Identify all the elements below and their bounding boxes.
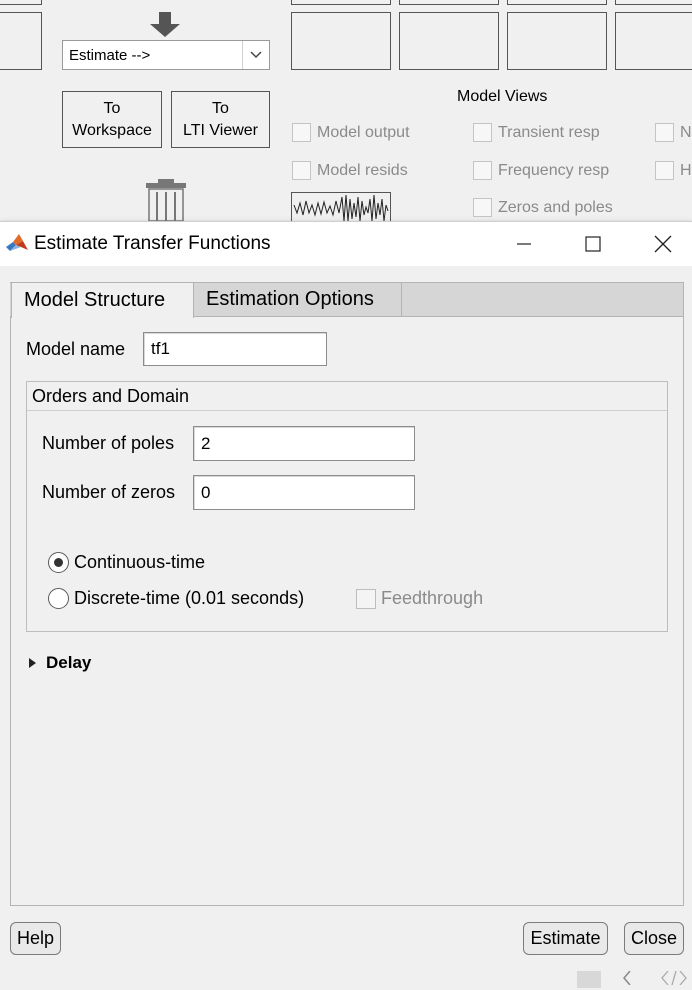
frequency-resp-checkbox[interactable]: Frequency resp bbox=[473, 161, 609, 180]
delay-expander[interactable]: Delay bbox=[28, 653, 91, 673]
zeros-poles-checkbox[interactable]: Zeros and poles bbox=[473, 198, 613, 217]
model-name-label: Model name bbox=[26, 339, 126, 359]
radio-circle-selected bbox=[48, 552, 69, 573]
feedthrough-label: Feedthrough bbox=[381, 588, 484, 608]
model-slot[interactable] bbox=[507, 0, 607, 5]
tab-model-structure-label: Model Structure bbox=[24, 289, 166, 311]
continuous-time-label: Continuous-time bbox=[74, 552, 206, 572]
zeros-field[interactable]: 0 bbox=[193, 475, 415, 510]
nonlinear-checkbox[interactable]: No bbox=[655, 123, 692, 142]
checkbox-box bbox=[655, 123, 674, 142]
maximize-button[interactable] bbox=[570, 222, 616, 266]
data-slot-left[interactable] bbox=[0, 12, 42, 70]
chevron-left-icon[interactable] bbox=[620, 970, 634, 986]
feedthrough-checkbox[interactable]: Feedthrough bbox=[356, 588, 483, 609]
tab-model-structure[interactable]: Model Structure bbox=[11, 282, 194, 318]
model-views-title: Model Views bbox=[457, 88, 548, 105]
model-name-field[interactable]: tf1 bbox=[143, 332, 327, 366]
chevron-down-icon bbox=[242, 41, 269, 69]
trash-icon[interactable] bbox=[144, 179, 188, 222]
checkbox-box bbox=[473, 198, 492, 217]
background-app: Estimate --> To Workspace To LTI Viewer … bbox=[0, 0, 692, 222]
model-slot[interactable] bbox=[291, 0, 391, 5]
dialog-title: Estimate Transfer Functions bbox=[34, 233, 271, 254]
maximize-icon bbox=[585, 236, 601, 252]
model-resids-label: Model resids bbox=[317, 161, 408, 179]
poles-field[interactable]: 2 bbox=[193, 426, 415, 461]
tab-estimation-options-label: Estimation Options bbox=[206, 288, 374, 310]
scrollbar-fragment bbox=[577, 971, 601, 988]
model-output-checkbox[interactable]: Model output bbox=[292, 123, 410, 142]
feedthrough-box bbox=[356, 588, 376, 609]
matlab-logo-icon bbox=[6, 233, 28, 253]
close-button[interactable]: Close bbox=[624, 922, 684, 955]
data-slot-waveform[interactable] bbox=[291, 192, 391, 222]
caret-right-icon bbox=[29, 658, 36, 668]
continuous-time-radio[interactable]: Continuous-time bbox=[48, 552, 205, 573]
hammerstein-checkbox[interactable]: Ha bbox=[655, 161, 692, 180]
discrete-time-label: Discrete-time (0.01 seconds) bbox=[74, 588, 305, 608]
frequency-resp-label: Frequency resp bbox=[498, 161, 610, 179]
close-window-button[interactable] bbox=[640, 222, 686, 266]
model-slot-top-left[interactable] bbox=[0, 0, 42, 5]
zeros-poles-label: Zeros and poles bbox=[498, 198, 613, 216]
estimate-select[interactable]: Estimate --> bbox=[62, 40, 270, 70]
model-slot[interactable] bbox=[291, 12, 391, 70]
nonlinear-label: No bbox=[680, 123, 692, 141]
waveform-icon bbox=[293, 194, 389, 222]
poles-label: Number of poles bbox=[42, 433, 175, 453]
dialog-titlebar: Estimate Transfer Functions bbox=[0, 222, 692, 266]
help-button[interactable]: Help bbox=[10, 922, 61, 955]
model-slot[interactable] bbox=[399, 0, 499, 5]
radio-circle bbox=[48, 588, 69, 609]
background-bottom-strip bbox=[0, 970, 692, 988]
model-output-label: Model output bbox=[317, 123, 410, 141]
tab-estimation-options[interactable]: Estimation Options bbox=[193, 282, 402, 317]
estimate-transfer-functions-dialog: Estimate Transfer Functions Model Struct… bbox=[0, 221, 692, 971]
minimize-button[interactable] bbox=[501, 222, 547, 266]
checkbox-box bbox=[292, 123, 311, 142]
checkbox-box bbox=[473, 123, 492, 142]
model-resids-checkbox[interactable]: Model resids bbox=[292, 161, 408, 180]
transient-resp-checkbox[interactable]: Transient resp bbox=[473, 123, 600, 142]
orders-domain-title: Orders and Domain bbox=[27, 382, 667, 411]
to-workspace-button[interactable]: To Workspace bbox=[62, 91, 162, 148]
minimize-icon bbox=[517, 243, 531, 245]
code-icon[interactable] bbox=[660, 970, 688, 986]
model-slot[interactable] bbox=[615, 0, 692, 5]
to-lti-viewer-button[interactable]: To LTI Viewer bbox=[171, 91, 270, 148]
transient-resp-label: Transient resp bbox=[498, 123, 600, 141]
close-icon bbox=[654, 235, 672, 253]
estimate-select-value: Estimate --> bbox=[69, 46, 151, 64]
model-slot[interactable] bbox=[615, 12, 692, 70]
model-slot[interactable] bbox=[399, 12, 499, 70]
delay-label: Delay bbox=[46, 653, 92, 672]
checkbox-box bbox=[655, 161, 674, 180]
checkbox-box bbox=[473, 161, 492, 180]
down-arrow-icon bbox=[148, 12, 182, 38]
model-slot[interactable] bbox=[507, 12, 607, 70]
checkbox-box bbox=[292, 161, 311, 180]
estimate-button[interactable]: Estimate bbox=[523, 922, 608, 955]
hammerstein-label: Ha bbox=[680, 161, 692, 179]
zeros-label: Number of zeros bbox=[42, 482, 176, 502]
tab-join bbox=[12, 316, 193, 318]
discrete-time-radio[interactable]: Discrete-time (0.01 seconds) bbox=[48, 588, 304, 609]
